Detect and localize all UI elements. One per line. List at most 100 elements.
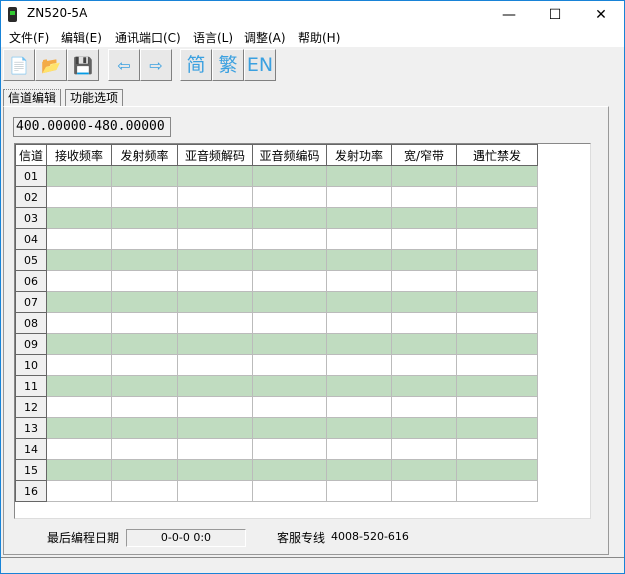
tab-function-options[interactable]: 功能选项 [65,89,124,107]
table-cell[interactable] [252,396,327,418]
table-cell[interactable] [111,417,178,439]
table-cell[interactable] [177,228,253,250]
table-cell[interactable] [391,312,457,334]
table-cell[interactable] [391,438,457,460]
table-cell[interactable] [252,375,327,397]
table-cell[interactable] [456,480,538,502]
table-cell[interactable] [391,354,457,376]
table-cell[interactable] [456,186,538,208]
table-cell[interactable] [456,438,538,460]
table-cell[interactable] [177,186,253,208]
minimize-button[interactable]: — [486,1,532,29]
table-cell[interactable] [326,417,392,439]
table-cell[interactable] [111,438,178,460]
table-cell[interactable] [111,459,178,481]
table-cell[interactable] [326,291,392,313]
table-cell[interactable] [177,270,253,292]
table-cell[interactable] [177,459,253,481]
table-cell[interactable] [111,333,178,355]
table-cell[interactable] [456,228,538,250]
write-to-radio-button[interactable]: ⇨ [140,49,172,81]
table-cell[interactable] [177,375,253,397]
channel-number[interactable]: 11 [15,375,47,397]
table-cell[interactable] [177,354,253,376]
channel-number[interactable]: 04 [15,228,47,250]
table-cell[interactable] [46,333,112,355]
menu-adjust[interactable]: 调整(A) [244,29,286,46]
table-cell[interactable] [391,480,457,502]
table-cell[interactable] [177,207,253,229]
channel-number[interactable]: 09 [15,333,47,355]
table-cell[interactable] [46,186,112,208]
table-cell[interactable] [326,375,392,397]
table-cell[interactable] [46,438,112,460]
read-from-radio-button[interactable]: ⇦ [108,49,140,81]
menu-language[interactable]: 语言(L) [193,29,233,46]
table-cell[interactable] [111,291,178,313]
table-cell[interactable] [177,480,253,502]
table-cell[interactable] [326,270,392,292]
table-cell[interactable] [177,438,253,460]
channel-grid[interactable]: 信道 接收频率 发射频率 亚音频解码 亚音频编码 发射功率 宽/窄带 遇忙禁发 01 02 03 04… [14,143,591,519]
table-cell[interactable] [252,354,327,376]
table-cell[interactable] [177,333,253,355]
table-cell[interactable] [391,207,457,229]
menu-comm-port[interactable]: 通讯端口(C) [115,29,181,46]
table-cell[interactable] [326,459,392,481]
channel-number[interactable]: 10 [15,354,47,376]
table-cell[interactable] [391,249,457,271]
table-cell[interactable] [46,354,112,376]
menu-edit[interactable]: 编辑(E) [61,29,102,46]
channel-number[interactable]: 02 [15,186,47,208]
table-cell[interactable] [252,165,327,187]
table-cell[interactable] [456,165,538,187]
table-cell[interactable] [391,186,457,208]
table-cell[interactable] [46,312,112,334]
table-cell[interactable] [46,480,112,502]
table-cell[interactable] [111,396,178,418]
channel-number[interactable]: 05 [15,249,47,271]
table-cell[interactable] [326,249,392,271]
table-cell[interactable] [326,354,392,376]
tab-channel-edit[interactable]: 信道编辑 [3,89,62,107]
table-cell[interactable] [111,270,178,292]
table-cell[interactable] [456,291,538,313]
table-cell[interactable] [111,312,178,334]
channel-number[interactable]: 12 [15,396,47,418]
table-cell[interactable] [252,480,327,502]
table-cell[interactable] [456,375,538,397]
channel-number[interactable]: 16 [15,480,47,502]
table-cell[interactable] [111,480,178,502]
table-cell[interactable] [252,186,327,208]
open-folder-button[interactable]: 📂 [35,49,67,81]
table-cell[interactable] [252,291,327,313]
table-cell[interactable] [326,312,392,334]
table-cell[interactable] [252,228,327,250]
table-cell[interactable] [456,417,538,439]
table-cell[interactable] [111,249,178,271]
table-cell[interactable] [326,333,392,355]
table-cell[interactable] [456,270,538,292]
table-cell[interactable] [177,249,253,271]
table-cell[interactable] [46,291,112,313]
table-cell[interactable] [326,480,392,502]
table-cell[interactable] [391,228,457,250]
table-cell[interactable] [46,165,112,187]
table-cell[interactable] [391,333,457,355]
table-cell[interactable] [252,459,327,481]
table-cell[interactable] [111,354,178,376]
channel-number[interactable]: 13 [15,417,47,439]
table-cell[interactable] [252,270,327,292]
table-cell[interactable] [46,459,112,481]
table-cell[interactable] [456,207,538,229]
table-cell[interactable] [391,459,457,481]
table-cell[interactable] [456,459,538,481]
table-cell[interactable] [252,207,327,229]
channel-number[interactable]: 07 [15,291,47,313]
table-cell[interactable] [456,312,538,334]
table-cell[interactable] [456,354,538,376]
table-cell[interactable] [326,228,392,250]
table-cell[interactable] [111,165,178,187]
table-cell[interactable] [326,186,392,208]
table-cell[interactable] [391,375,457,397]
